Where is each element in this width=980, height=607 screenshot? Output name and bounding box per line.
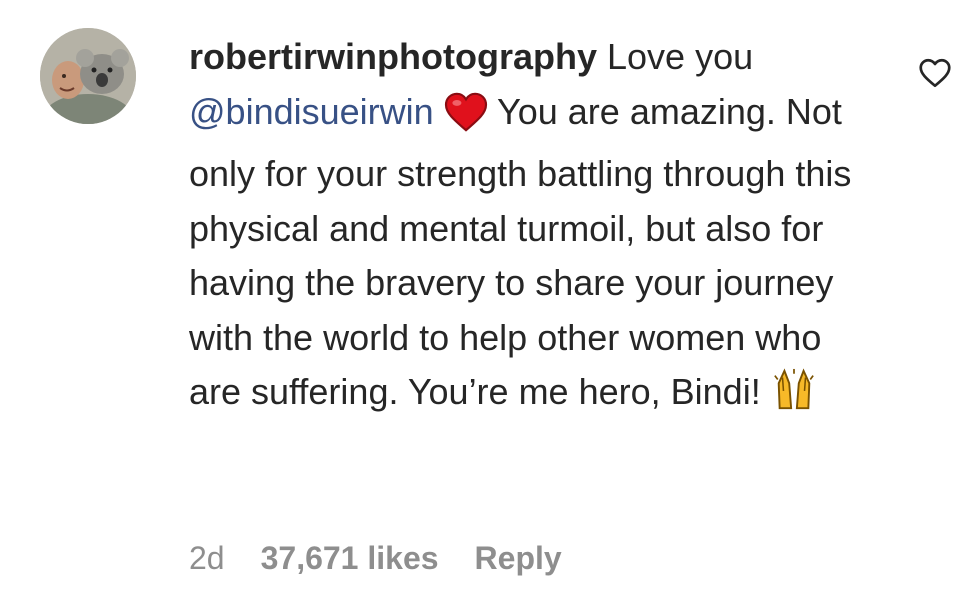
avatar[interactable] xyxy=(40,28,136,124)
comment-text-rest: You are amazing. Not only for your stren… xyxy=(189,90,852,413)
comment-username[interactable]: robertirwinphotography xyxy=(189,36,597,77)
raising-hands-icon xyxy=(771,368,817,428)
likes-count[interactable]: 37,671 likes xyxy=(261,540,439,577)
comment-meta: 2d 37,671 likes Reply xyxy=(189,540,562,577)
comment: robertirwinphotography Love you @bindisu… xyxy=(0,0,980,607)
comment-body: robertirwinphotography Love you @bindisu… xyxy=(189,30,879,428)
mention-link[interactable]: @bindisueirwin xyxy=(189,91,434,132)
reply-button[interactable]: Reply xyxy=(475,540,562,577)
like-heart-icon[interactable] xyxy=(917,55,953,91)
comment-timestamp[interactable]: 2d xyxy=(189,540,225,577)
red-heart-icon xyxy=(444,92,488,148)
avatar-photo xyxy=(40,28,136,124)
comment-text-start: Love you xyxy=(607,36,754,77)
